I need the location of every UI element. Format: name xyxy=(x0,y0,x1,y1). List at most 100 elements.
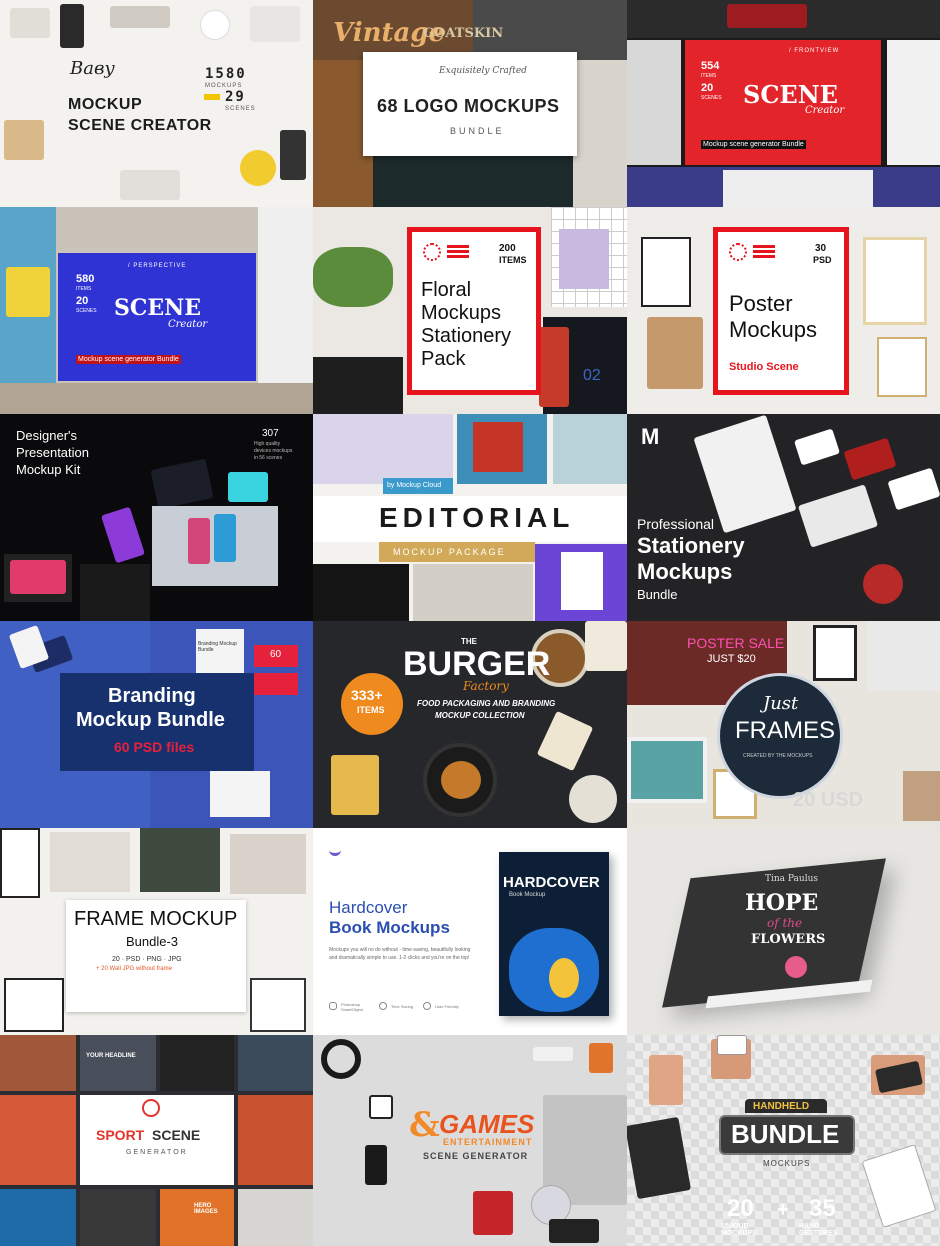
poster-sale-label: POSTER SALE xyxy=(687,635,785,651)
description: Mockups you will no do without - time-sa… xyxy=(329,947,471,961)
decor-fern xyxy=(539,327,569,407)
decor-frame1 xyxy=(0,828,40,898)
decor-right xyxy=(553,414,627,484)
tile-hardcover-mockups[interactable]: Hardcover Book Mockups Mockups you will … xyxy=(313,828,627,1035)
card-number: 02 xyxy=(583,367,601,384)
tile-mockup-scene-creator[interactable]: Ваву 1580 MOCKUPS 29 SCENES MOCKUP SCENE… xyxy=(0,0,313,207)
decor-card2 xyxy=(843,437,897,481)
tile-branding-bundle[interactable]: Branding Mockup Bundle 60 Branding Mocku… xyxy=(0,621,313,828)
tile-stationery-mockups[interactable]: M Professional Stationery Mockups Bundle xyxy=(627,414,940,621)
tile-subtitle: BUNDLE xyxy=(450,126,505,136)
mockups-label: MOCKUPS xyxy=(763,1159,811,1168)
decor-frame-portrait xyxy=(903,771,940,821)
decor-rubik xyxy=(369,1095,393,1119)
decor-usa-card xyxy=(561,552,603,610)
psd-count: 30 xyxy=(815,243,827,254)
tile-burger-factory[interactable]: 333+ ITEMS THE BURGER Factory FOOD PACKA… xyxy=(313,621,627,828)
tile-logo-mockups[interactable]: Vintage GOATSKIN Exquisitely Crafted 68 … xyxy=(313,0,627,207)
feature-3: User Friendly xyxy=(435,1004,459,1009)
tile-title: FRAMES xyxy=(735,717,836,744)
decor-red xyxy=(473,422,523,472)
items-count: 333+ xyxy=(351,687,383,703)
decor-top-right xyxy=(238,1035,313,1091)
decor-top-left xyxy=(0,1035,76,1091)
tile-presentation-kit[interactable]: Designer's Presentation Mockup Kit 307 H… xyxy=(0,414,313,621)
entertainment-label: ENTERTAINMENT xyxy=(443,1137,533,1147)
tile-just-frames[interactable]: POSTER SALE JUST $20 Just FRAMES CREATED… xyxy=(627,621,940,828)
tile-title-line2: SCENE CREATOR xyxy=(68,117,212,134)
decor-airplane xyxy=(533,1047,573,1061)
items-unit: ITEMS xyxy=(357,705,385,715)
brand-logo-icon xyxy=(329,850,341,856)
items-badge xyxy=(341,673,403,735)
desc-line1: High quality xyxy=(254,441,281,447)
flag-stripes-icon xyxy=(753,245,775,259)
decor-bottom xyxy=(80,564,150,621)
title-line1: Branding xyxy=(108,685,196,707)
tile-floral-mockups[interactable]: 200 ITEMS Floral Mockups Stationery Pack… xyxy=(313,207,627,414)
decor-bottom-card xyxy=(723,170,873,207)
decor-rose xyxy=(785,956,807,978)
m-logo-icon: M xyxy=(641,424,660,449)
desc-line1: FOOD PACKAGING AND BRANDING xyxy=(417,699,556,708)
tile-games-entertainment[interactable]: & GAMES ENTERTAINMENT SCENE GENERATOR xyxy=(313,1035,627,1246)
unique-count: 20 xyxy=(727,1195,754,1222)
tile-editorial[interactable]: by Mockup Cloud EDITORIAL MOCKUP PACKAGE xyxy=(313,414,627,621)
bundle-label: BUNDLE xyxy=(731,1119,840,1149)
title-line1: Floral xyxy=(421,279,472,301)
decor-top-mid2 xyxy=(160,1035,234,1091)
factory-script: Factory xyxy=(463,679,509,693)
decor-paper xyxy=(573,60,627,207)
items-count: 200 xyxy=(499,243,516,254)
title-line2: Mockups xyxy=(729,317,818,342)
decor-cup xyxy=(589,1043,613,1073)
items-unit: ITEMS xyxy=(499,255,527,265)
decor-headphones xyxy=(321,1039,361,1079)
crafted-label: Exquisitely Crafted xyxy=(439,66,527,76)
decor-left-mid xyxy=(0,1095,76,1185)
book-subtitle: Book Mockup xyxy=(509,892,546,898)
items-unit: ITEMS xyxy=(701,73,717,79)
decor-bottom-mid2 xyxy=(160,1189,234,1246)
tile-handheld-bundle[interactable]: HANDHELD BUNDLE MOCKUPS 20 UNIQUE MOCKUP… xyxy=(627,1035,940,1246)
decor-top-mid xyxy=(80,1035,156,1091)
scenes-unit: SCENES xyxy=(701,95,722,101)
decor-object xyxy=(10,8,50,38)
decor-torn-paper xyxy=(647,317,703,389)
tile-hope-flowers[interactable]: Tina Paulus HOPE of the FLOWERS xyxy=(627,828,940,1035)
sunburst-icon xyxy=(423,243,441,261)
headline-label: YOUR HEADLINE xyxy=(86,1053,136,1059)
decor-notebook xyxy=(585,621,627,671)
games-title: GAMES xyxy=(439,1109,535,1139)
decor-bottom-left xyxy=(0,1189,76,1246)
decor-object xyxy=(4,120,44,160)
gestures-label: HAND GESTURES xyxy=(799,1223,838,1237)
sport-word: SPORT xyxy=(96,1127,145,1143)
tile-frame-mockup-bundle[interactable]: FRAME MOCKUP Bundle-3 20 · PSD · PNG · J… xyxy=(0,828,313,1035)
tile-poster-mockups[interactable]: 30 PSD Poster Mockups Studio Scene xyxy=(627,207,940,414)
scene-word: SCENE xyxy=(152,1127,201,1143)
decor-object xyxy=(60,4,84,48)
scene-description: Mockup scene generator Bundle xyxy=(76,355,181,364)
decor-object xyxy=(120,170,180,200)
decor-right-mid xyxy=(238,1095,313,1185)
tile-scene-creator-frontview[interactable]: / FRONTVIEW 554 ITEMS 20 SCENES SCENE Cr… xyxy=(627,0,940,207)
title-line1: Poster xyxy=(729,291,793,316)
scenes-count: 20 xyxy=(701,82,714,94)
decor-hand-thumb xyxy=(649,1055,683,1105)
decor-frame2 xyxy=(50,832,130,892)
tile-scene-creator-perspective[interactable]: / PERSPECTIVE 580 ITEMS 20 SCENES SCENE … xyxy=(0,207,313,414)
decor-burger xyxy=(441,761,481,799)
title-line4: Bundle xyxy=(637,587,678,602)
decor-card1 xyxy=(793,428,841,466)
tile-sport-scene[interactable]: YOUR HEADLINE SPORT SCENE GENERATOR HERO… xyxy=(0,1035,313,1246)
tile-title: FRAME MOCKUP xyxy=(74,908,238,930)
book-title-flowers: FLOWERS xyxy=(751,932,826,947)
title-line1: Hardcover xyxy=(329,898,408,917)
decor-frame-right2 xyxy=(877,337,927,397)
tile-title: 68 LOGO MOCKUPS xyxy=(377,96,560,116)
decor-object xyxy=(250,6,300,42)
tile-title: EDITORIAL xyxy=(379,502,575,533)
title-line3: Stationery xyxy=(421,325,512,347)
extra-label: + 20 Wall JPG without frame xyxy=(96,966,172,972)
